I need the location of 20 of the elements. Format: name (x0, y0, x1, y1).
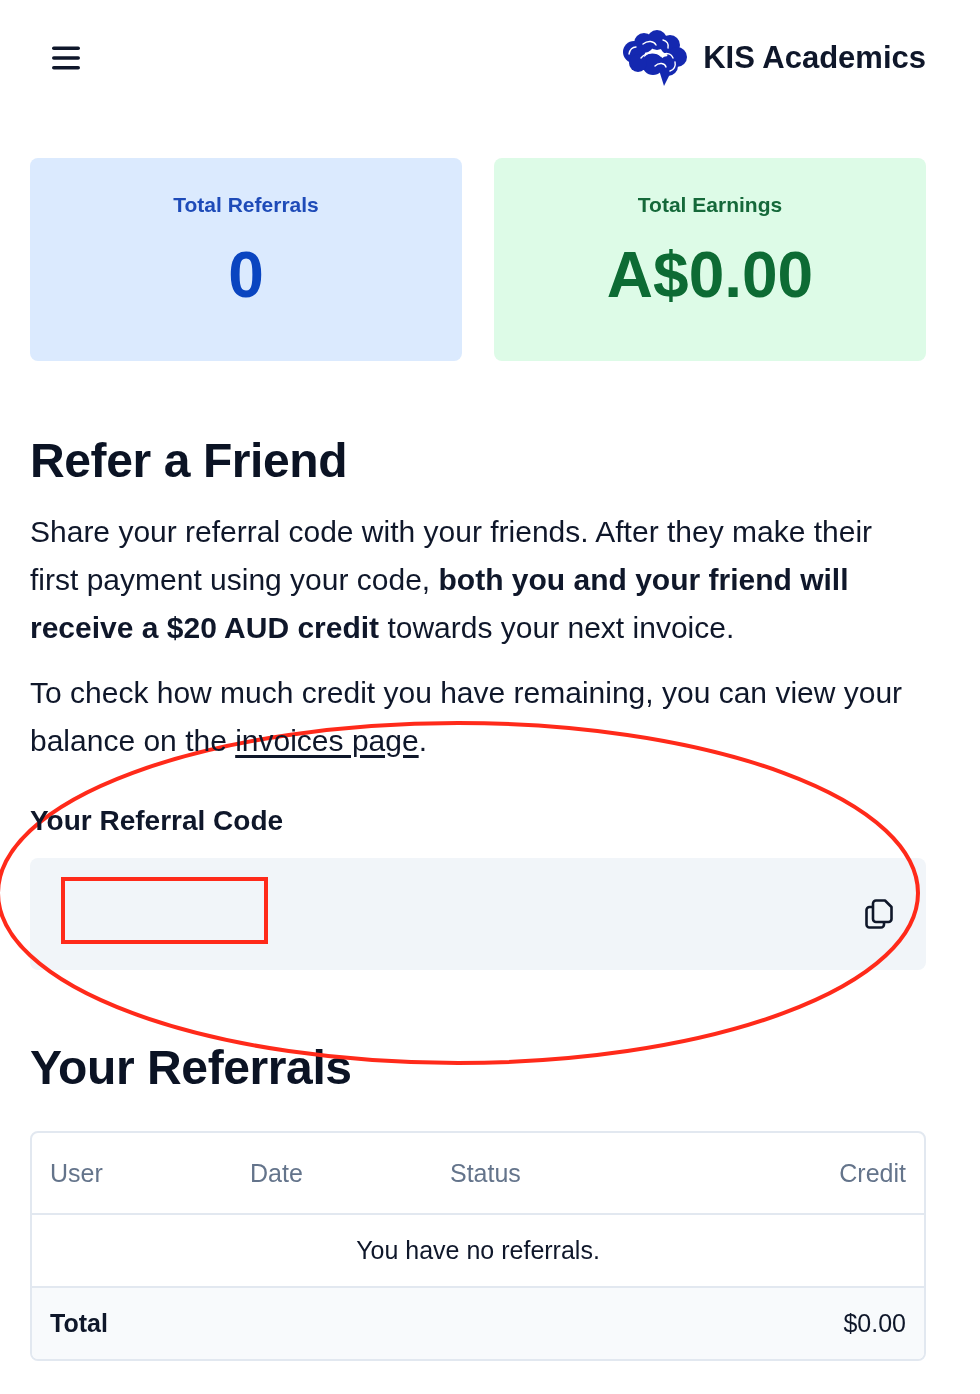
menu-icon (52, 46, 80, 70)
section-heading: Your Referrals (30, 1040, 352, 1096)
stat-label: Total Earnings (637, 192, 783, 218)
brand-name: KIS Academics (703, 40, 926, 76)
total-value: $0.00 (682, 1287, 924, 1359)
copy-button[interactable] (864, 898, 894, 930)
menu-button[interactable] (52, 46, 80, 70)
stat-value: 0 (228, 240, 264, 310)
column-header: Date (232, 1133, 432, 1214)
copy-icon (864, 898, 894, 930)
referral-code-field[interactable] (30, 858, 926, 970)
stat-value: A$0.00 (606, 240, 814, 310)
column-header: Credit (682, 1133, 924, 1214)
column-header: User (32, 1133, 232, 1214)
total-label: Total (32, 1287, 682, 1359)
stat-label: Total Referrals (173, 192, 319, 218)
column-header: Status (432, 1133, 682, 1214)
brain-icon (621, 30, 688, 86)
section-heading: Refer a Friend (30, 433, 348, 489)
intro-paragraph: Share your referral code with your friends. After they make their first payment using your code, both you and your friend will receive a $20 AUD credit towards your next invoice. (30, 514, 874, 646)
